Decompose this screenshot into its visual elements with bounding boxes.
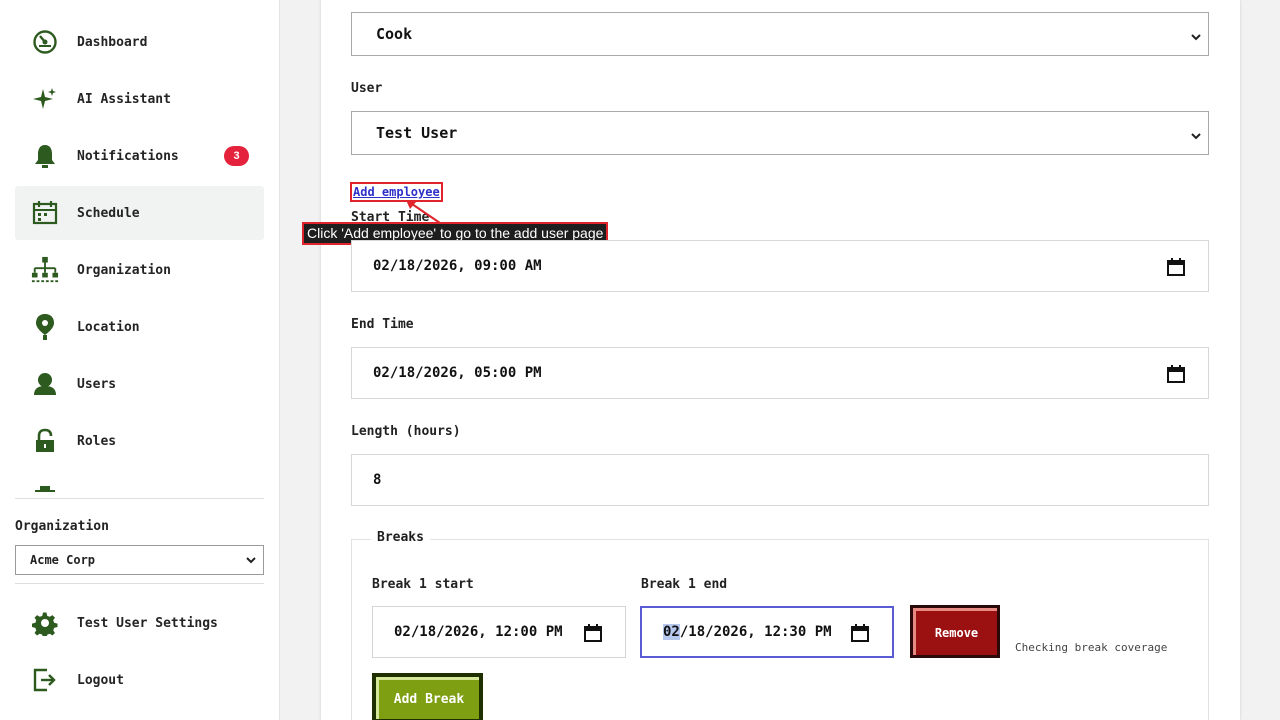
break-start-input[interactable]: 02/18/2026, 12:00 PM <box>372 606 626 658</box>
chevron-down-icon <box>1190 128 1202 146</box>
calendar-picker-icon[interactable] <box>584 624 602 646</box>
role-select[interactable]: Cook <box>351 12 1209 56</box>
sidebar-item-label: AI Assistant <box>77 91 171 107</box>
length-label: Length (hours) <box>351 424 461 439</box>
end-time-value: 02/18/2026, 05:00 PM <box>373 365 542 381</box>
sidebar-item-ai-assistant[interactable]: AI Assistant <box>15 72 264 126</box>
break-end-label: Break 1 end <box>641 577 728 592</box>
user-icon <box>31 370 59 398</box>
end-time-label: End Time <box>351 317 414 332</box>
sidebar-item-label: Roles <box>77 433 117 449</box>
breaks-legend: Breaks <box>371 530 430 545</box>
break-end-month-segment[interactable]: 02 <box>663 624 680 640</box>
calendar-icon <box>31 199 59 227</box>
length-input[interactable]: 8 <box>351 454 1209 506</box>
add-break-label: Add Break <box>376 677 479 719</box>
break-start-label: Break 1 start <box>372 577 474 592</box>
sidebar-item-label: Dashboard <box>77 34 148 50</box>
calendar-picker-icon[interactable] <box>1167 365 1185 387</box>
gear-icon <box>31 609 59 637</box>
sidebar-item-dashboard[interactable]: Dashboard <box>15 15 264 69</box>
sidebar-item-label: Schedule <box>77 205 140 221</box>
sidebar-item-label: Location <box>77 319 140 335</box>
org-chart-icon <box>31 256 59 284</box>
user-label: User <box>351 81 383 96</box>
logout-icon <box>31 666 59 694</box>
role-select-value: Cook <box>376 25 413 43</box>
chevron-down-icon <box>245 554 257 569</box>
dashboard-icon <box>31 28 59 56</box>
organization-select[interactable]: Acme Corp <box>15 545 264 575</box>
remove-break-button[interactable]: Remove <box>910 605 1000 658</box>
logout-label: Logout <box>77 672 124 688</box>
end-time-input[interactable]: 02/18/2026, 05:00 PM <box>351 347 1209 399</box>
sidebar-item-organization[interactable]: Organization <box>15 243 264 297</box>
map-pin-icon <box>31 313 59 341</box>
sidebar-item-notifications[interactable]: Notifications 3 <box>15 129 264 183</box>
remove-break-label: Remove <box>913 608 997 655</box>
calendar-picker-icon[interactable] <box>851 624 869 646</box>
add-break-button[interactable]: Add Break <box>372 673 483 720</box>
sidebar-item-location[interactable]: Location <box>15 300 264 354</box>
sparkle-icon <box>31 85 59 113</box>
sidebar-item-settings[interactable]: Test User Settings <box>15 596 264 650</box>
sidebar-item-label: Organization <box>77 262 171 278</box>
chevron-down-icon <box>1190 29 1202 47</box>
sidebar: Dashboard AI Assistant Notifications 3 S… <box>0 0 280 720</box>
calendar-picker-icon[interactable] <box>1167 258 1185 280</box>
break-start-value: 02/18/2026, 12:00 PM <box>394 624 563 640</box>
break-status-text: Checking break coverage <box>1015 641 1168 654</box>
user-select-value: Test User <box>376 124 458 142</box>
sidebar-item-logout[interactable]: Logout <box>15 653 264 707</box>
sidebar-item-roles[interactable]: Roles <box>15 414 264 468</box>
sidebar-item-users[interactable]: Users <box>15 357 264 411</box>
length-value: 8 <box>373 472 382 488</box>
start-time-input[interactable]: 02/18/2026, 09:00 AM <box>351 240 1209 292</box>
user-select[interactable]: Test User <box>351 111 1209 155</box>
lock-icon <box>31 427 59 455</box>
organization-label: Organization <box>15 519 109 534</box>
sidebar-divider <box>15 583 264 584</box>
sidebar-nav: Dashboard AI Assistant Notifications 3 S… <box>15 0 264 492</box>
break-end-input[interactable]: 02/18/2026, 12:30 PM <box>640 606 894 658</box>
notification-count-badge: 3 <box>224 146 249 166</box>
settings-label: Test User Settings <box>77 615 218 631</box>
sidebar-item-label: Users <box>77 376 117 392</box>
bell-icon <box>31 142 59 170</box>
partial-nav-icon <box>31 484 59 492</box>
sidebar-item-partial[interactable] <box>15 471 264 492</box>
organization-select-value: Acme Corp <box>30 553 96 567</box>
start-time-value: 02/18/2026, 09:00 AM <box>373 258 542 274</box>
sidebar-item-label: Notifications <box>77 148 179 164</box>
break-end-value: /18/2026, 12:30 PM <box>679 624 832 640</box>
sidebar-item-schedule[interactable]: Schedule <box>15 186 264 240</box>
sidebar-divider <box>15 498 264 499</box>
